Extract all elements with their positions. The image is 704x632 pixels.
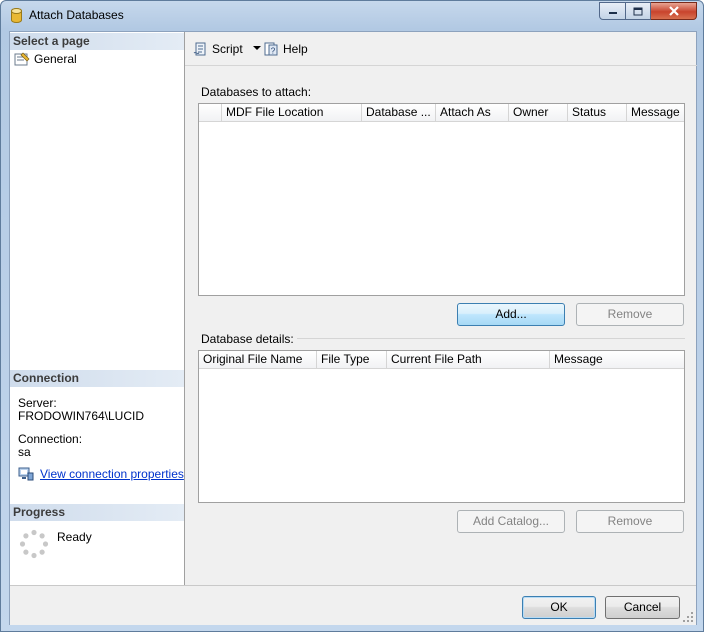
script-label: Script — [212, 41, 243, 56]
database-details-separator — [297, 338, 685, 339]
add-catalog-button-label: Add Catalog... — [472, 514, 550, 528]
server-value: FRODOWIN764\LUCID — [18, 409, 145, 423]
database-icon — [11, 8, 22, 23]
resize-grip-icon[interactable] — [683, 612, 694, 623]
column-header-current-file-path[interactable]: Current File Path — [387, 351, 550, 368]
page-item-general[interactable]: General — [14, 51, 77, 67]
select-a-page-header: Select a page — [10, 33, 184, 50]
ok-button[interactable]: OK — [522, 596, 596, 619]
dialog-client-area: Select a page General Connection Server:… — [9, 31, 697, 625]
help-label: Help — [283, 41, 308, 56]
help-button[interactable]: ? Help — [263, 40, 308, 57]
toolbar: Script ? Help — [185, 32, 697, 66]
title-bar[interactable]: Attach Databases — [1, 1, 703, 31]
add-catalog-button[interactable]: Add Catalog... — [457, 510, 565, 533]
databases-to-attach-grid[interactable]: MDF File Location Database ... Attach As… — [198, 103, 685, 296]
cancel-button-label: Cancel — [623, 600, 662, 614]
column-header-message[interactable]: Message — [627, 104, 684, 121]
close-icon — [668, 6, 679, 16]
column-header-database-name[interactable]: Database ... — [362, 104, 436, 121]
right-panel: Script ? Help Databases to attach: MDF F… — [185, 32, 697, 585]
progress-status: Ready — [57, 530, 92, 544]
column-header-attach-as[interactable]: Attach As — [436, 104, 509, 121]
database-details-grid[interactable]: Original File Name File Type Current Fil… — [198, 350, 685, 503]
column-header-original-file-name[interactable]: Original File Name — [199, 351, 317, 368]
database-details-label: Database details: — [201, 332, 294, 346]
column-header-owner[interactable]: Owner — [509, 104, 568, 121]
databases-to-attach-label: Databases to attach: — [201, 85, 312, 99]
attach-databases-window: Attach Databases Select a page General C… — [0, 0, 704, 632]
add-button[interactable]: Add... — [457, 303, 565, 326]
general-page-icon — [14, 52, 30, 66]
connection-label: Connection: — [18, 432, 83, 446]
ok-button-label: OK — [550, 600, 568, 614]
column-header-details-message[interactable]: Message — [550, 351, 684, 368]
remove-database-button[interactable]: Remove — [576, 303, 684, 326]
view-connection-properties[interactable]: View connection properties — [18, 467, 184, 481]
column-header-status[interactable]: Status — [568, 104, 627, 121]
left-panel: Select a page General Connection Server:… — [10, 32, 185, 585]
column-header-blank[interactable] — [199, 104, 222, 121]
script-icon — [193, 42, 206, 55]
remove-detail-button[interactable]: Remove — [576, 510, 684, 533]
script-button[interactable]: Script — [193, 40, 261, 57]
maximize-icon — [633, 7, 643, 15]
databases-grid-header: MDF File Location Database ... Attach As… — [199, 104, 684, 122]
connection-value: sa — [18, 445, 31, 459]
cancel-button[interactable]: Cancel — [605, 596, 680, 619]
close-button[interactable] — [651, 2, 697, 20]
add-button-label: Add... — [495, 307, 527, 321]
connection-properties-icon — [18, 467, 34, 481]
minimize-icon — [608, 12, 617, 14]
progress-header: Progress — [10, 504, 184, 521]
remove-database-button-label: Remove — [607, 307, 653, 321]
remove-detail-button-label: Remove — [607, 514, 653, 528]
help-icon: ? — [264, 42, 278, 55]
chevron-down-icon[interactable] — [252, 46, 261, 51]
server-label: Server: — [18, 396, 57, 410]
minimize-button[interactable] — [599, 2, 626, 20]
details-grid-header: Original File Name File Type Current Fil… — [199, 351, 684, 369]
window-title: Attach Databases — [29, 8, 124, 22]
svg-text:?: ? — [271, 46, 276, 55]
maximize-button[interactable] — [626, 2, 651, 20]
progress-spinner-icon — [19, 529, 49, 559]
column-header-file-type[interactable]: File Type — [317, 351, 387, 368]
dialog-footer: OK Cancel — [10, 585, 696, 625]
view-connection-properties-link[interactable]: View connection properties — [40, 467, 184, 481]
page-item-label: General — [34, 52, 77, 66]
column-header-mdf-file-location[interactable]: MDF File Location — [222, 104, 362, 121]
connection-header: Connection — [10, 370, 184, 387]
